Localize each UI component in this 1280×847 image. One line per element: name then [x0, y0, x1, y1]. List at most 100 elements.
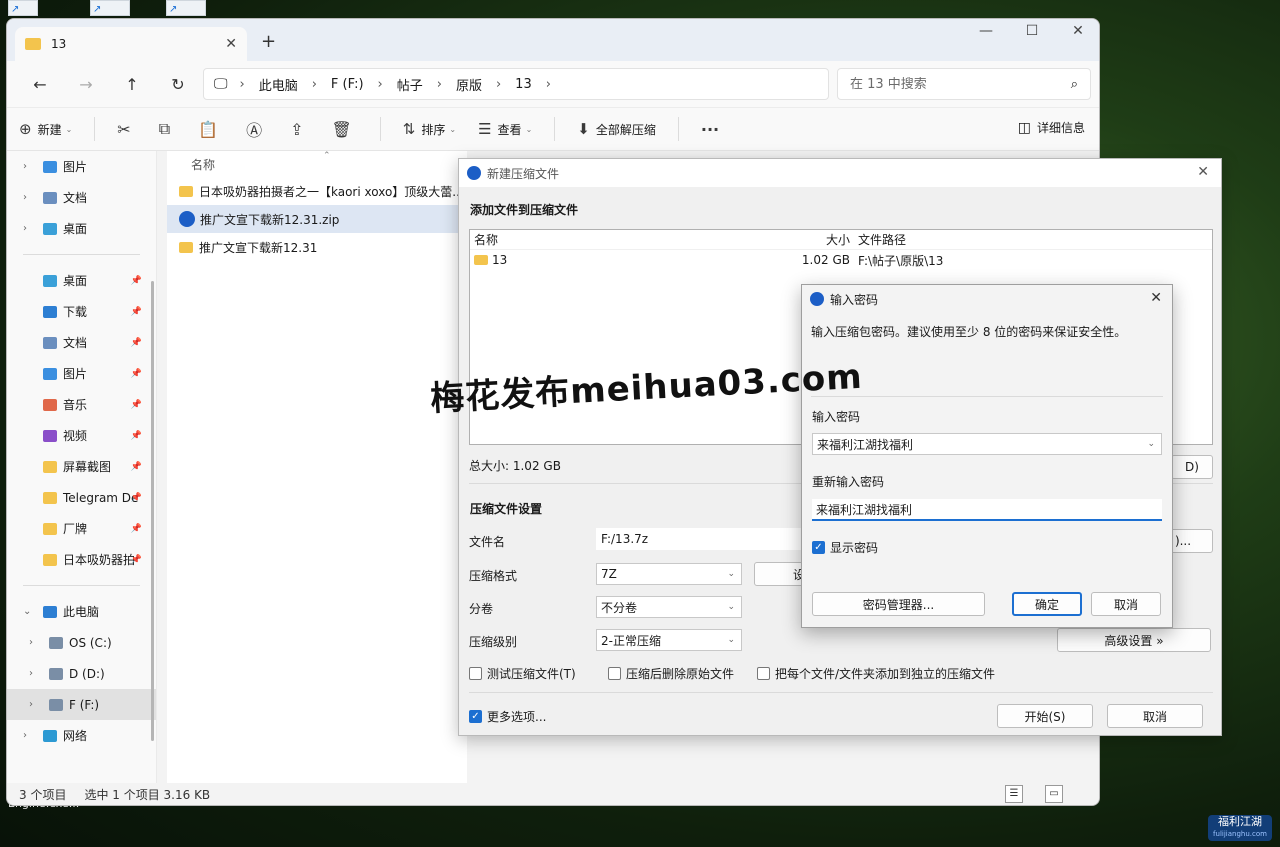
- sidebar-item-network[interactable]: › 网络: [7, 720, 156, 751]
- breadcrumb-item[interactable]: 13: [515, 77, 532, 92]
- column-header-name[interactable]: 名称 ⌃: [167, 151, 467, 177]
- sidebar-item-quick-6[interactable]: 屏幕截图 📌: [7, 451, 156, 482]
- search-icon[interactable]: ⌕: [1071, 77, 1078, 92]
- pin-icon[interactable]: 📌: [131, 338, 142, 348]
- tab-13[interactable]: 13 ✕: [15, 27, 247, 61]
- sidebar-item-quick-3[interactable]: 图片 📌: [7, 358, 156, 389]
- sidebar-item-quick-5[interactable]: 视频 📌: [7, 420, 156, 451]
- paste-icon[interactable]: 📋: [198, 120, 218, 139]
- minimize-button[interactable]: —: [975, 23, 997, 39]
- desktop-shortcut[interactable]: ↗: [90, 0, 130, 16]
- sidebar-item-drive-d[interactable]: › D (D:): [7, 658, 156, 689]
- cancel-button[interactable]: 取消: [1091, 592, 1161, 616]
- more-options-button[interactable]: ···: [701, 120, 719, 139]
- breadcrumb-item[interactable]: F (F:): [331, 77, 364, 92]
- pin-icon[interactable]: 📌: [131, 369, 142, 379]
- search-input[interactable]: [850, 76, 1071, 92]
- format-select[interactable]: 7Z ⌄: [596, 563, 742, 585]
- password-manager-button[interactable]: 密码管理器...: [812, 592, 985, 616]
- chevron-right-icon: ›: [29, 668, 33, 679]
- sort-button[interactable]: ⇅ 排序 ⌄: [403, 120, 456, 138]
- pin-icon[interactable]: 📌: [131, 524, 142, 534]
- pin-icon[interactable]: 📌: [131, 493, 142, 503]
- start-button[interactable]: 开始(S): [997, 704, 1093, 728]
- pin-icon[interactable]: 📌: [131, 400, 142, 410]
- advanced-settings-button[interactable]: 高级设置 »: [1057, 628, 1211, 652]
- refresh-button[interactable]: ↻: [155, 75, 201, 94]
- pin-icon[interactable]: 📌: [131, 462, 142, 472]
- close-window-button[interactable]: ✕: [1067, 23, 1089, 39]
- sidebar-item-quick-2[interactable]: 文档 📌: [7, 327, 156, 358]
- sidebar-scrollbar[interactable]: [151, 281, 154, 741]
- show-password-checkbox[interactable]: ✓: [812, 541, 825, 554]
- sidebar-item-quick-0[interactable]: 桌面 📌: [7, 265, 156, 296]
- extract-all-button[interactable]: ⬇ 全部解压缩: [577, 120, 656, 138]
- copy-icon[interactable]: ⧉: [159, 119, 170, 139]
- new-button[interactable]: ⊕ 新建 ⌄: [19, 120, 72, 138]
- sidebar-item-top-0[interactable]: › 图片: [7, 151, 156, 182]
- forward-button[interactable]: →: [63, 75, 109, 94]
- cancel-button[interactable]: 取消: [1107, 704, 1203, 728]
- password-field[interactable]: 来福利江湖找福利 ⌄: [812, 433, 1162, 455]
- column-header-name[interactable]: 名称: [470, 231, 764, 248]
- file-row[interactable]: 日本吸奶器拍摄者之一【kaori xoxo】顶级大蕾...: [167, 177, 465, 205]
- sidebar-item-drive-c[interactable]: › OS (C:): [7, 627, 156, 658]
- back-button[interactable]: ←: [17, 75, 63, 94]
- ok-button[interactable]: 确定: [1012, 592, 1082, 616]
- delete-icon[interactable]: 🗑: [331, 120, 351, 139]
- option-delete[interactable]: 压缩后删除原始文件: [608, 665, 734, 682]
- new-tab-button[interactable]: +: [261, 31, 276, 52]
- sidebar-item-this-pc[interactable]: ⌄ 此电脑: [7, 596, 156, 627]
- pin-icon[interactable]: 📌: [131, 431, 142, 441]
- sidebar-item-quick-1[interactable]: 下载 📌: [7, 296, 156, 327]
- pin-icon[interactable]: 📌: [131, 276, 142, 286]
- chevron-down-icon[interactable]: ⌄: [1147, 439, 1155, 449]
- close-icon[interactable]: ✕: [1197, 164, 1209, 180]
- sidebar-item-top-1[interactable]: › 文档: [7, 182, 156, 213]
- delete-checkbox[interactable]: [608, 667, 621, 680]
- details-button[interactable]: ◫ 详细信息: [1018, 119, 1085, 136]
- level-select[interactable]: 2-正常压缩 ⌄: [596, 629, 742, 651]
- rename-icon[interactable]: Ⓐ: [246, 117, 262, 141]
- file-row[interactable]: 推广文宣下载新12.31.zip: [167, 205, 465, 233]
- pin-icon[interactable]: 📌: [131, 307, 142, 317]
- filename-field[interactable]: F:/13.7z: [596, 528, 826, 550]
- sidebar-item-quick-4[interactable]: 音乐 📌: [7, 389, 156, 420]
- close-icon[interactable]: ✕: [225, 36, 237, 52]
- more-options-checkbox[interactable]: ✓: [469, 710, 482, 723]
- file-row[interactable]: 推广文宣下载新12.31: [167, 233, 465, 261]
- column-header-size[interactable]: 大小: [764, 231, 856, 248]
- sidebar-item-quick-8[interactable]: 厂牌 📌: [7, 513, 156, 544]
- sidebar-item-top-2[interactable]: › 桌面: [7, 213, 156, 244]
- split-select[interactable]: 不分卷 ⌄: [596, 596, 742, 618]
- show-password-option[interactable]: ✓ 显示密码: [812, 539, 878, 556]
- column-header-path[interactable]: 文件路径: [856, 231, 906, 248]
- option-test[interactable]: 测试压缩文件(T): [469, 665, 576, 682]
- breadcrumb-item[interactable]: 此电脑: [259, 75, 298, 94]
- list-item[interactable]: 13 1.02 GB F:\帖子\原版\13: [470, 250, 1212, 270]
- tiles-view-icon[interactable]: ▭: [1045, 785, 1063, 803]
- sidebar-item-quick-7[interactable]: Telegram De 📌: [7, 482, 156, 513]
- sidebar-item-drive-f[interactable]: › F (F:): [7, 689, 156, 720]
- pin-icon[interactable]: 📌: [131, 555, 142, 565]
- more-options[interactable]: ✓ 更多选项...: [469, 708, 546, 725]
- desktop-shortcut[interactable]: ↗: [166, 0, 206, 16]
- separate-checkbox[interactable]: [757, 667, 770, 680]
- close-icon[interactable]: ✕: [1150, 290, 1162, 306]
- up-button[interactable]: ↑: [109, 75, 155, 94]
- reenter-password-field[interactable]: 来福利江湖找福利: [812, 499, 1162, 521]
- option-separate[interactable]: 把每个文件/文件夹添加到独立的压缩文件: [757, 665, 995, 682]
- maximize-button[interactable]: ☐: [1021, 23, 1043, 39]
- view-button[interactable]: ☰ 查看 ⌄: [478, 120, 532, 138]
- breadcrumb-item[interactable]: 原版: [456, 75, 482, 94]
- breadcrumb-item[interactable]: 帖子: [397, 75, 423, 94]
- test-checkbox[interactable]: [469, 667, 482, 680]
- settings-button[interactable]: 设: [754, 562, 805, 586]
- desktop-shortcut[interactable]: ↗: [8, 0, 38, 16]
- address-bar[interactable]: 🖵 › 此电脑 › F (F:) › 帖子 › 原版 › 13 ›: [203, 68, 829, 100]
- sidebar-item-quick-9[interactable]: 日本吸奶器拍 📌: [7, 544, 156, 575]
- cut-icon[interactable]: ✂: [117, 120, 130, 139]
- details-view-icon[interactable]: ☰: [1005, 785, 1023, 803]
- partial-button[interactable]: D): [1171, 455, 1213, 479]
- share-icon[interactable]: ⇪: [290, 120, 303, 139]
